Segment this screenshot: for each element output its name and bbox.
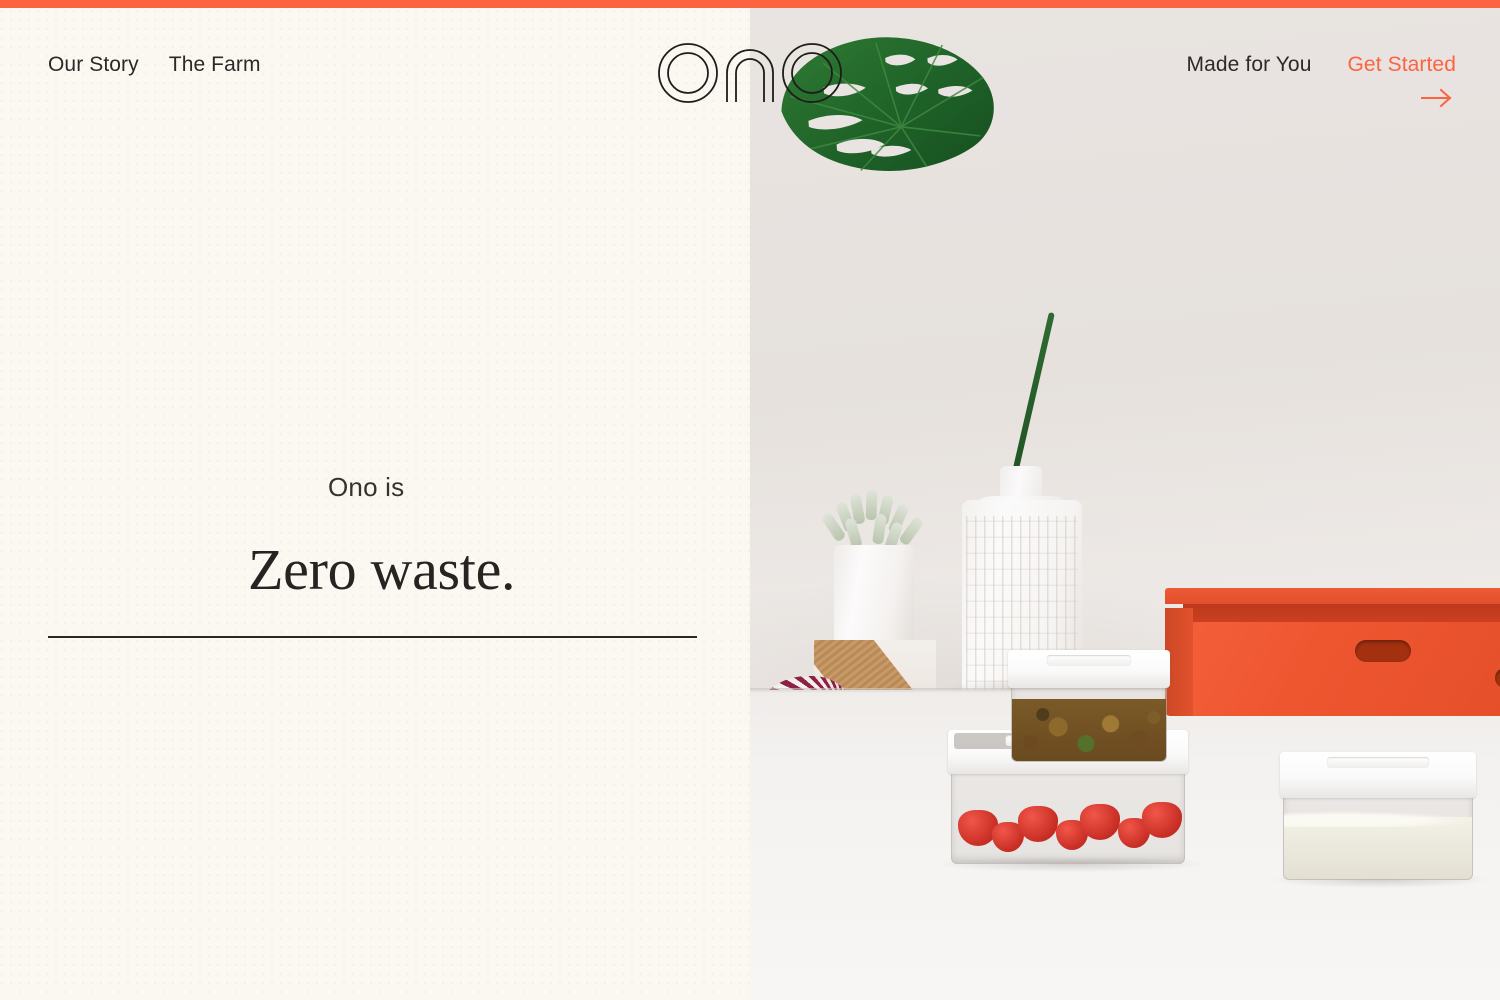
container-body (1283, 796, 1473, 880)
container-lid (1280, 752, 1476, 798)
container-body (1011, 686, 1167, 762)
crate-rim (1165, 588, 1500, 604)
nav-link-made-for-you[interactable]: Made for You (1187, 54, 1312, 75)
hero-divider-rule (48, 636, 697, 638)
product-photo-scene (750, 0, 1500, 1000)
yogurt-container (1280, 752, 1476, 880)
hero-copy: Ono is Zero waste. (0, 0, 750, 1000)
primary-nav-left: Our Story The Farm (48, 54, 261, 75)
ono-logo[interactable] (657, 42, 843, 104)
white-plant-pot (834, 545, 914, 649)
nav-link-the-farm[interactable]: The Farm (169, 54, 261, 75)
hero-title: Zero waste. (248, 537, 516, 602)
top-accent-bar (0, 0, 1500, 8)
primary-nav-right: Made for You Get Started (1187, 53, 1457, 108)
container-lid (1008, 650, 1170, 688)
granola-container (1008, 650, 1170, 762)
arrow-right-icon[interactable] (1420, 88, 1454, 108)
landing-page: Our Story The Farm Made for You Get Star… (0, 0, 1500, 1000)
nav-link-get-started[interactable]: Get Started (1348, 53, 1457, 76)
orange-storage-crate (1165, 588, 1500, 716)
leaf-stem (1008, 311, 1055, 491)
crate-front-panel (1165, 622, 1500, 716)
site-header: Our Story The Farm Made for You Get Star… (0, 8, 1500, 108)
hero-eyebrow: Ono is (328, 472, 405, 502)
container-body (951, 772, 1185, 864)
get-started-cta[interactable]: Get Started (1348, 53, 1457, 108)
succulent-plant (820, 489, 928, 553)
hero-photo-panel (750, 0, 1500, 1000)
nav-link-our-story[interactable]: Our Story (48, 54, 139, 75)
crate-handle-left (1355, 640, 1411, 662)
